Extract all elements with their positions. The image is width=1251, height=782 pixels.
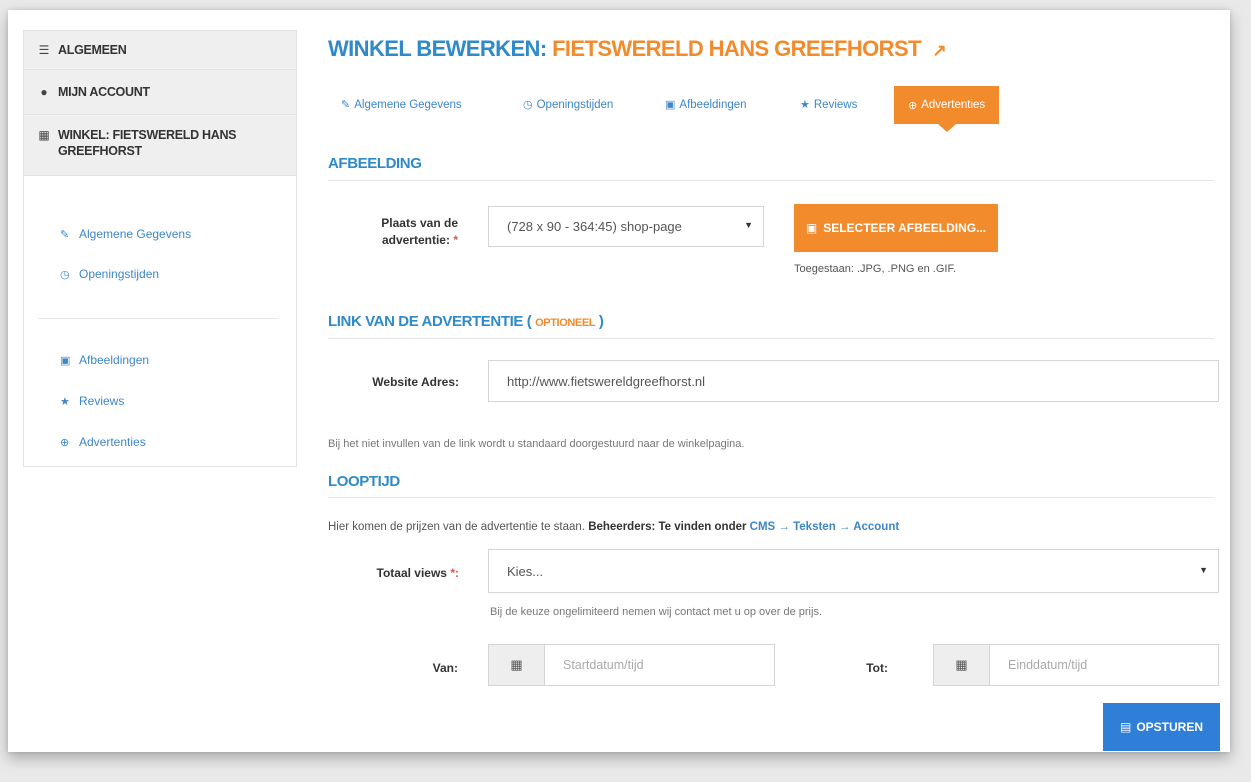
sidebar-section-label: Algemeen [58, 43, 127, 57]
pricing-info: Hier komen de prijzen van de advertentie… [328, 521, 899, 533]
sliders-icon: ☰ [38, 43, 50, 57]
link-note: Bij het niet invullen van de link wordt … [328, 438, 745, 450]
sidebar-section-label: Mijn account [58, 85, 150, 99]
clock-icon: ◷ [60, 268, 70, 281]
select-image-button[interactable]: ▣ SELECTEER AFBEELDING... [794, 204, 998, 252]
submit-button-label: OPSTUREN [1136, 720, 1204, 734]
calendar-icon[interactable]: ▦ [489, 645, 545, 685]
section-title-link-text: LINK VAN DE ADVERTENTIE ( [328, 313, 532, 330]
van-label: Van: [432, 661, 458, 675]
sidebar-item-reviews[interactable]: ★ Reviews [60, 394, 124, 408]
tab-label: Advertenties [921, 99, 986, 111]
views-label: Totaal views *: [346, 566, 460, 580]
section-divider [328, 338, 1214, 339]
section-divider [328, 180, 1214, 181]
section-title-afbeelding: AFBEELDING [328, 155, 422, 172]
end-date-placeholder: Einddatum/tijd [1008, 658, 1088, 672]
views-hint: Bij de keuze ongelimiteerd nemen wij con… [490, 606, 823, 618]
sidebar-item-label: Algemene Gegevens [79, 227, 192, 241]
tab-afbeeldingen[interactable]: ▣ Afbeeldingen [665, 98, 747, 112]
pricing-info-bold: Beheerders: Te vinden onder [588, 521, 747, 533]
plus-circle-icon: ⊕ [60, 436, 70, 449]
section-divider [328, 497, 1214, 498]
website-input-value: http://www.fietswereldgreefhorst.nl [507, 373, 705, 389]
tot-label: Tot: [866, 661, 888, 675]
section-title-link: LINK VAN DE ADVERTENTIE ( OPTIONEEL ) [328, 313, 604, 330]
tab-reviews[interactable]: ★ Reviews [800, 98, 858, 112]
image-icon: ▣ [805, 221, 818, 235]
star-half-icon: ★ [800, 99, 810, 111]
sidebar-section-label: Winkel: Fietswereld Hans Greefhorst [58, 128, 237, 158]
pricing-info-text: Hier komen de prijzen van de advertentie… [328, 521, 585, 533]
sidebar-item-advertenties[interactable]: ⊕ Advertenties [60, 435, 146, 449]
page-title-shop: FIETSWERELD HANS GREEFHORST [552, 36, 921, 61]
external-link-icon[interactable]: ↗ [932, 41, 946, 60]
placement-label: Plaats van de advertentie: * [346, 215, 458, 249]
sidebar-item-openingstijden[interactable]: ◷ Openingstijden [60, 267, 159, 281]
sidebar-item-afbeeldingen[interactable]: ▣ Afbeeldingen [60, 353, 149, 367]
image-icon: ▣ [665, 99, 676, 111]
building-icon: ▦ [38, 128, 50, 142]
sidebar-item-label: Openingstijden [79, 267, 160, 281]
tab-algemene-gegevens[interactable]: ✎ Algemene Gegevens [341, 98, 462, 112]
required-marker: * [453, 233, 458, 247]
tab-label: Afbeeldingen [679, 98, 747, 111]
edit-icon: ✎ [60, 228, 70, 241]
section-title-link-close: ) [598, 313, 604, 330]
select-image-button-label: SELECTEER AFBEELDING... [823, 221, 987, 235]
placement-select-value: (728 x 90 - 364:45) shop-page [507, 219, 682, 234]
tab-openingstijden[interactable]: ◷ Openingstijden [523, 98, 614, 112]
edit-icon: ✎ [341, 99, 351, 111]
main-content: WINKEL BEWERKEN: FIETSWERELD HANS GREEFH… [328, 30, 1220, 751]
end-date-input[interactable]: Einddatum/tijd [990, 645, 1218, 685]
tab-label: Reviews [813, 98, 858, 111]
image-icon: ▣ [60, 354, 71, 367]
allowed-formats-hint: Toegestaan: .JPG, .PNG en .GIF. [794, 263, 957, 275]
plus-circle-icon: ⊕ [908, 99, 918, 112]
views-select-value: Kies... [507, 563, 544, 579]
save-icon: ▤ [1119, 720, 1132, 734]
sidebar-divider [38, 318, 278, 319]
clock-icon: ◷ [523, 99, 533, 111]
sidebar: ☰ Algemeen ● Mijn account ▦ Winkel: Fiet… [23, 30, 297, 467]
views-select[interactable]: Kies... ▼ [488, 549, 1219, 593]
views-label-text: Totaal views [376, 566, 447, 580]
placement-label-text: Plaats van de advertentie: [381, 216, 458, 247]
sidebar-item-label: Advertenties [79, 435, 146, 449]
user-icon: ● [40, 85, 48, 99]
chevron-down-icon: ▼ [744, 220, 753, 230]
submit-button[interactable]: ▤ OPSTUREN [1103, 703, 1220, 751]
tab-label: Openingstijden [536, 98, 614, 111]
placement-select[interactable]: (728 x 90 - 364:45) shop-page ▼ [488, 206, 764, 247]
start-date-group: ▦ Startdatum/tijd [488, 644, 775, 686]
calendar-icon[interactable]: ▦ [934, 645, 990, 685]
sidebar-section-winkel[interactable]: ▦ Winkel: Fietswereld Hans Greefhorst [24, 115, 296, 176]
sidebar-section-algemeen[interactable]: ☰ Algemeen [24, 31, 296, 70]
sidebar-item-label: Afbeeldingen [79, 353, 150, 367]
end-date-group: ▦ Einddatum/tijd [933, 644, 1219, 686]
website-label: Website Adres: [372, 375, 459, 389]
star-half-icon: ★ [60, 395, 70, 408]
optional-label: OPTIONEEL [535, 317, 596, 329]
website-input[interactable]: http://www.fietswereldgreefhorst.nl [488, 360, 1219, 402]
chevron-down-icon: ▼ [1199, 565, 1208, 575]
page-title-prefix: WINKEL BEWERKEN: [328, 36, 547, 61]
start-date-input[interactable]: Startdatum/tijd [545, 645, 774, 685]
page-card: ☰ Algemeen ● Mijn account ▦ Winkel: Fiet… [8, 10, 1230, 752]
tab-label: Algemene Gegevens [354, 98, 462, 111]
page-title: WINKEL BEWERKEN: FIETSWERELD HANS GREEFH… [328, 36, 947, 62]
cms-link[interactable]: CMS → Teksten → Account [750, 521, 900, 533]
section-title-looptijd: LOOPTIJD [328, 473, 400, 490]
sidebar-section-account[interactable]: ● Mijn account [24, 70, 296, 115]
required-marker: *: [450, 566, 459, 580]
start-date-placeholder: Startdatum/tijd [563, 658, 644, 672]
sidebar-item-label: Reviews [79, 394, 125, 408]
sidebar-item-algemene-gegevens[interactable]: ✎ Algemene Gegevens [60, 227, 191, 241]
tab-advertenties[interactable]: ⊕ Advertenties [894, 86, 1000, 132]
